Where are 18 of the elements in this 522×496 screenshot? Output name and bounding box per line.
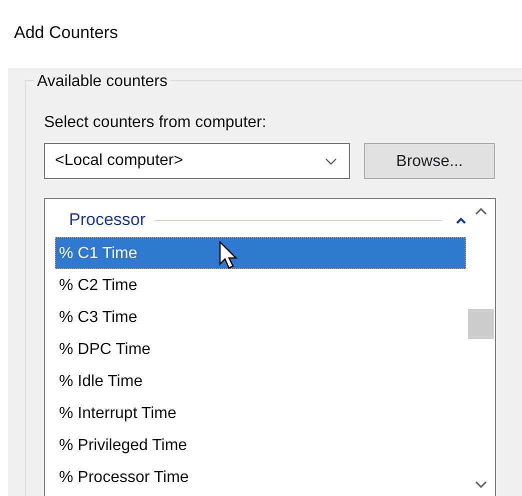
field-label: Select counters from computer: xyxy=(44,113,266,133)
counter-item[interactable]: % Privileged Time xyxy=(55,429,466,461)
category-header[interactable]: Processor xyxy=(55,203,466,237)
computer-dropdown[interactable]: <Local computer> xyxy=(44,143,350,179)
scroll-down-icon[interactable] xyxy=(475,481,487,489)
counter-item[interactable]: % Processor Time xyxy=(55,461,466,493)
window-title: Add Counters xyxy=(13,22,119,44)
counter-item[interactable]: % Interrupt Time xyxy=(55,397,466,429)
browse-button[interactable]: Browse... xyxy=(364,143,495,179)
scroll-up-icon[interactable] xyxy=(475,207,487,215)
counter-item[interactable]: % C2 Time xyxy=(55,269,466,301)
counter-item[interactable]: % C3 Time xyxy=(55,301,466,333)
counter-item[interactable]: % Idle Time xyxy=(55,365,466,397)
counter-item[interactable]: % DPC Time xyxy=(55,333,466,365)
counter-item[interactable]: % C1 Time xyxy=(55,237,466,269)
category-name: Processor xyxy=(69,209,146,232)
chevron-down-icon xyxy=(325,158,337,164)
scrollbar-thumb[interactable] xyxy=(468,309,494,339)
